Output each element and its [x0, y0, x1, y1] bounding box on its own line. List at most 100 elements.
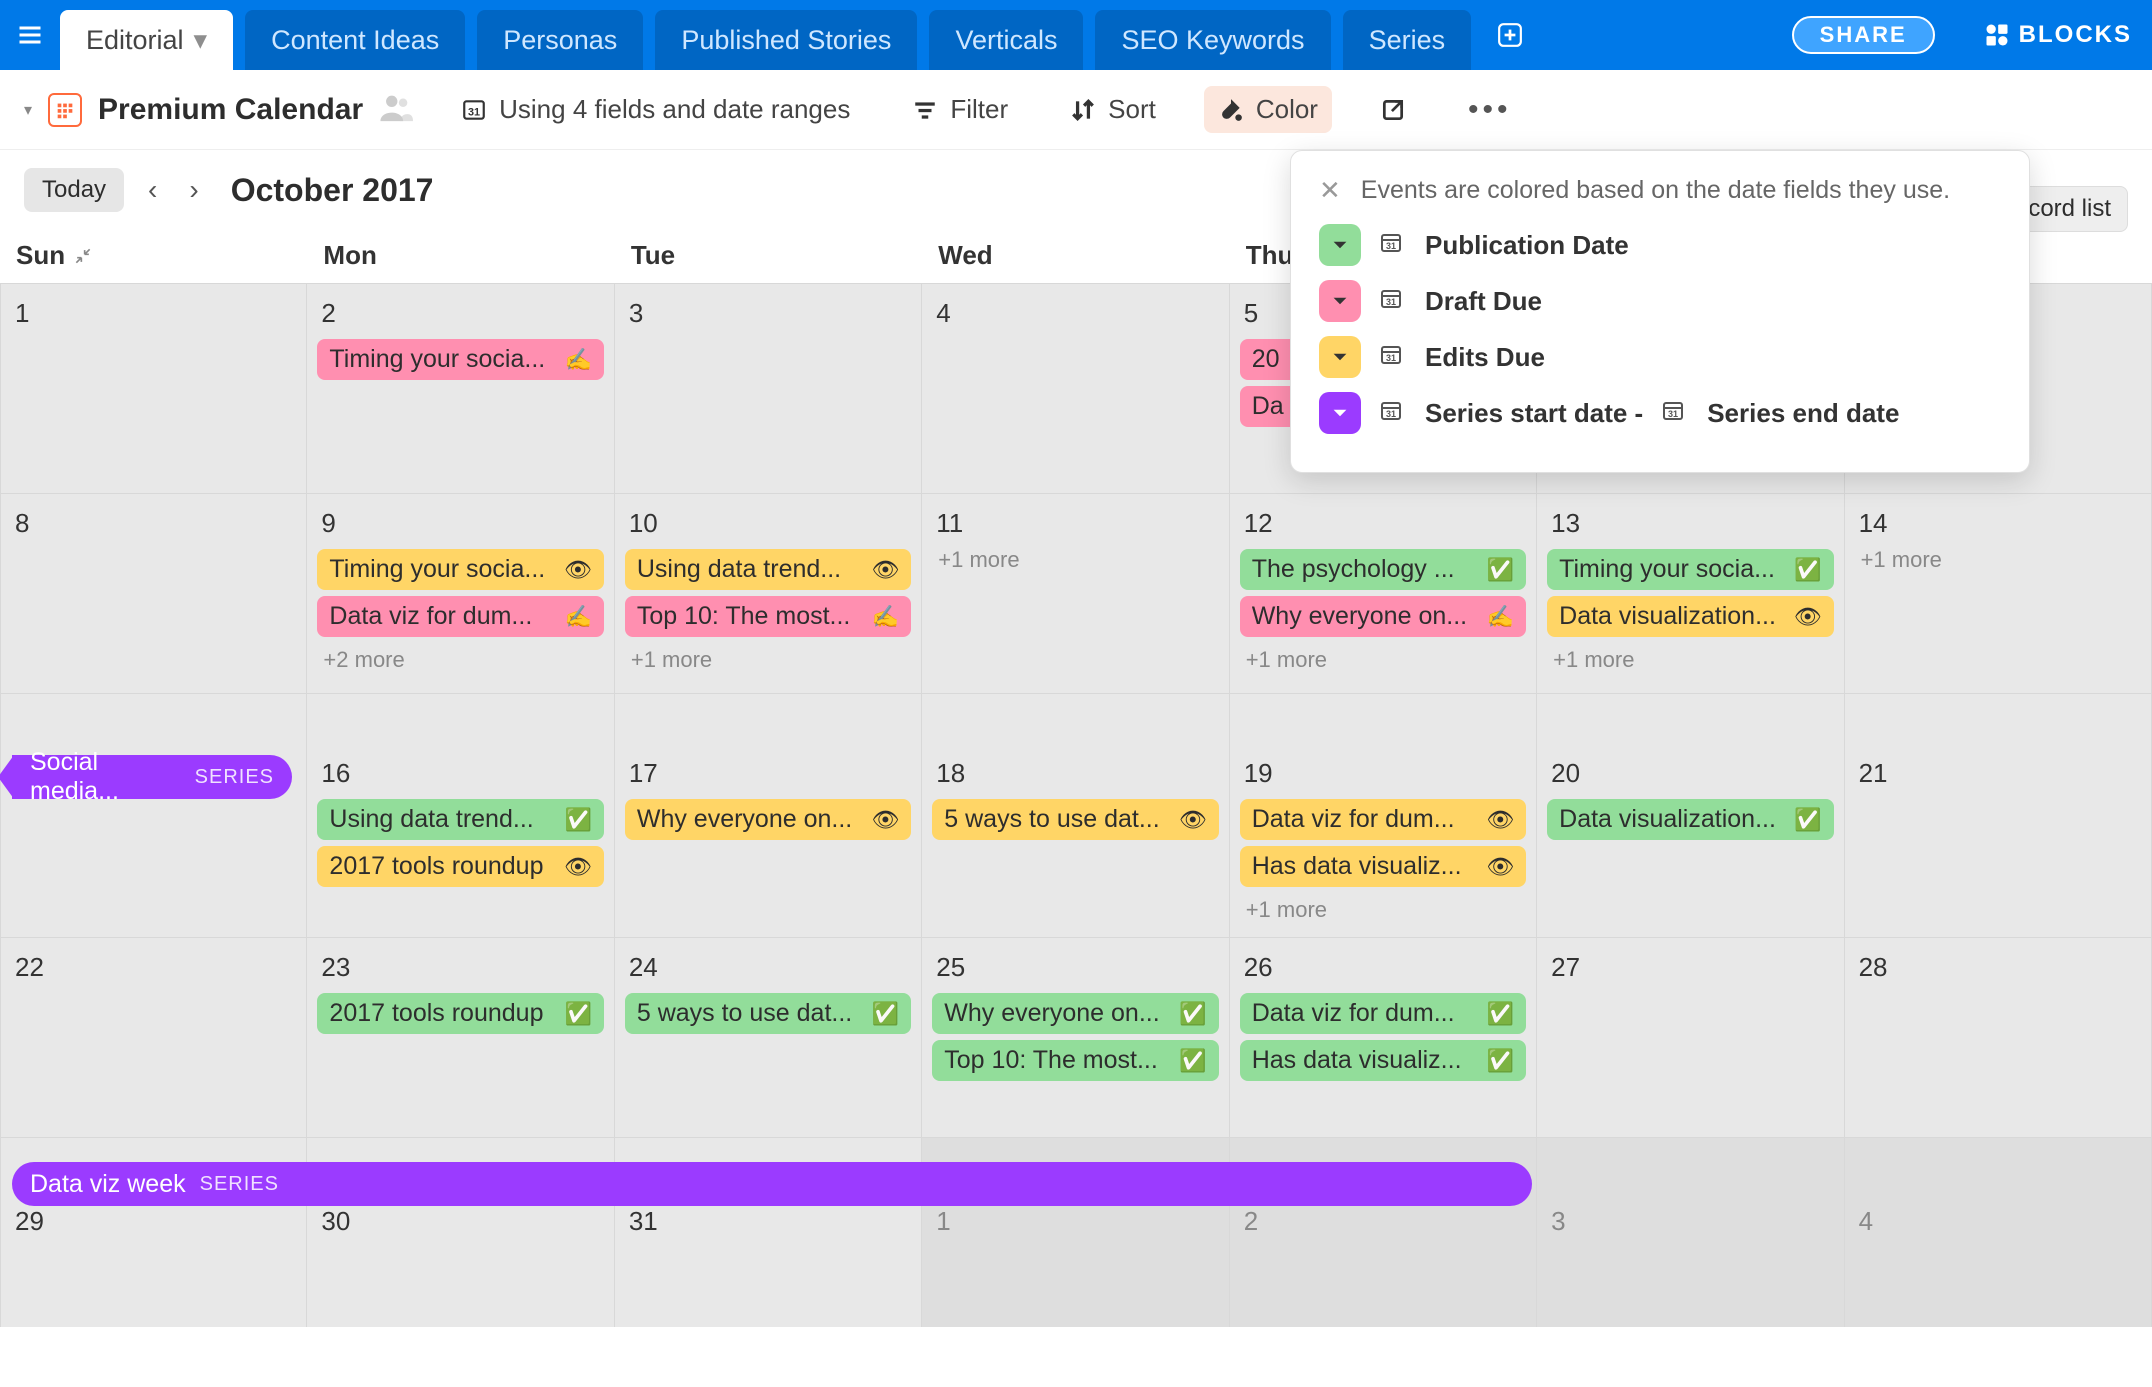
- status-emoji: 👁: [871, 807, 899, 833]
- calendar-event[interactable]: Why everyone on...✍️: [1240, 596, 1526, 637]
- calendar-cell[interactable]: 10Using data trend...👁Top 10: The most..…: [615, 493, 922, 693]
- calendar-cell[interactable]: 12The psychology ...✅Why everyone on...✍…: [1230, 493, 1537, 693]
- fields-config[interactable]: 31 Using 4 fields and date ranges: [447, 86, 864, 133]
- calendar-cell[interactable]: 20Data visualization...✅: [1537, 693, 1844, 937]
- calendar-cell[interactable]: 2Timing your socia...✍️: [307, 283, 614, 493]
- calendar-event[interactable]: Has data visualiz...👁: [1240, 846, 1526, 887]
- series-event[interactable]: Data viz week SERIES: [12, 1162, 1532, 1206]
- calendar-cell[interactable]: 15: [0, 693, 307, 937]
- calendar-cell[interactable]: 4: [1845, 1137, 2152, 1327]
- day-of-week: Wed: [922, 222, 1229, 283]
- calendar-cell[interactable]: 3: [1537, 1137, 1844, 1327]
- color-button[interactable]: Color: [1204, 86, 1332, 133]
- calendar-cell[interactable]: 16Using data trend...✅2017 tools roundup…: [307, 693, 614, 937]
- calendar-event[interactable]: Timing your socia...✍️: [317, 339, 603, 380]
- calendar-cell[interactable]: 28: [1845, 937, 2152, 1137]
- calendar-event[interactable]: 2017 tools roundup✅: [317, 993, 603, 1034]
- more-events[interactable]: +1 more: [930, 543, 1220, 577]
- more-events[interactable]: +1 more: [1238, 893, 1528, 927]
- calendar-cell[interactable]: 25Why everyone on...✅Top 10: The most...…: [922, 937, 1229, 1137]
- blocks-button[interactable]: BLOCKS: [1983, 21, 2132, 49]
- calendar-cell[interactable]: 26Data viz for dum...✅Has data visualiz.…: [1230, 937, 1537, 1137]
- calendar-cell[interactable]: 245 ways to use dat...✅: [615, 937, 922, 1137]
- calendar-cell[interactable]: 19Data viz for dum...👁Has data visualiz.…: [1230, 693, 1537, 937]
- collaborators-icon[interactable]: [379, 92, 413, 127]
- more-events[interactable]: +1 more: [1238, 643, 1528, 677]
- legend-item[interactable]: 31Draft Due: [1319, 280, 2001, 322]
- color-swatch[interactable]: [1319, 336, 1361, 378]
- legend-item[interactable]: 31Edits Due: [1319, 336, 2001, 378]
- day-number: 11: [930, 504, 1220, 543]
- add-tab-button[interactable]: [1483, 12, 1537, 58]
- menu-icon[interactable]: [0, 0, 60, 70]
- calendar-cell[interactable]: 11+1 more: [922, 493, 1229, 693]
- calendar-cell[interactable]: 22: [0, 937, 307, 1137]
- calendar-event[interactable]: Why everyone on...👁: [625, 799, 911, 840]
- color-swatch[interactable]: [1319, 392, 1361, 434]
- filter-button[interactable]: Filter: [898, 86, 1022, 133]
- series-badge: SERIES: [200, 1173, 279, 1196]
- calendar-event[interactable]: Data viz for dum...✅: [1240, 993, 1526, 1034]
- calendar-event[interactable]: Top 10: The most...✅: [932, 1040, 1218, 1081]
- calendar-event[interactable]: The psychology ...✅: [1240, 549, 1526, 590]
- tab-seo-keywords[interactable]: SEO Keywords: [1095, 10, 1330, 70]
- tab-series[interactable]: Series: [1343, 10, 1472, 70]
- calendar-event[interactable]: Data viz for dum...👁: [1240, 799, 1526, 840]
- day-number: 28: [1853, 948, 2143, 987]
- legend-item[interactable]: 31Series start date - 31Series end date: [1319, 392, 2001, 434]
- share-view-icon[interactable]: [1366, 89, 1420, 131]
- views-dropdown-icon[interactable]: ▾: [24, 100, 32, 120]
- calendar-event[interactable]: 5 ways to use dat...✅: [625, 993, 911, 1034]
- calendar-cell[interactable]: 14+1 more: [1845, 493, 2152, 693]
- calendar-event[interactable]: Data visualization...👁: [1547, 596, 1833, 637]
- calendar-event[interactable]: 2017 tools roundup👁: [317, 846, 603, 887]
- calendar-event[interactable]: Why everyone on...✅: [932, 993, 1218, 1034]
- calendar-event[interactable]: 5 ways to use dat...👁: [932, 799, 1218, 840]
- calendar-cell[interactable]: 185 ways to use dat...👁: [922, 693, 1229, 937]
- share-button[interactable]: SHARE: [1792, 16, 1935, 54]
- calendar-cell[interactable]: 4: [922, 283, 1229, 493]
- svg-text:31: 31: [1386, 409, 1396, 419]
- tab-published-stories[interactable]: Published Stories: [655, 10, 917, 70]
- tab-verticals[interactable]: Verticals: [929, 10, 1083, 70]
- calendar-event[interactable]: Data visualization...✅: [1547, 799, 1833, 840]
- next-month-icon[interactable]: ›: [181, 174, 206, 206]
- legend-item[interactable]: 31Publication Date: [1319, 224, 2001, 266]
- today-button[interactable]: Today: [24, 168, 124, 212]
- day-of-week: Mon: [307, 222, 614, 283]
- more-events[interactable]: +1 more: [1545, 643, 1835, 677]
- more-menu[interactable]: •••: [1454, 85, 1526, 135]
- sort-button[interactable]: Sort: [1056, 86, 1170, 133]
- color-swatch[interactable]: [1319, 280, 1361, 322]
- tab-content-ideas[interactable]: Content Ideas: [245, 10, 465, 70]
- status-emoji: 👁: [564, 854, 592, 880]
- day-number: 13: [1545, 504, 1835, 543]
- calendar-cell[interactable]: 8: [0, 493, 307, 693]
- day-number: 3: [623, 294, 913, 333]
- calendar-cell[interactable]: 13 Timing your socia...✅ Data visualizatio…: [1537, 493, 1844, 693]
- calendar-cell[interactable]: 1: [0, 283, 307, 493]
- tab-editorial[interactable]: Editorial▾: [60, 10, 233, 70]
- calendar-event[interactable]: Timing your socia...👁: [317, 549, 603, 590]
- tab-personas[interactable]: Personas: [477, 10, 643, 70]
- calendar-event[interactable]: Has data visualiz...✅: [1240, 1040, 1526, 1081]
- calendar-event[interactable]: Data viz for dum...✍️: [317, 596, 603, 637]
- close-icon[interactable]: ✕: [1319, 175, 1341, 206]
- more-events[interactable]: +2 more: [315, 643, 605, 677]
- calendar-cell[interactable]: 17Why everyone on...👁: [615, 693, 922, 937]
- calendar-cell[interactable]: 232017 tools roundup✅: [307, 937, 614, 1137]
- calendar-cell[interactable]: 21: [1845, 693, 2152, 937]
- color-swatch[interactable]: [1319, 224, 1361, 266]
- calendar-event[interactable]: Using data trend...👁: [625, 549, 911, 590]
- prev-month-icon[interactable]: ‹: [140, 174, 165, 206]
- calendar-cell[interactable]: 3: [615, 283, 922, 493]
- view-title[interactable]: Premium Calendar: [98, 93, 363, 127]
- series-event[interactable]: Social media... SERIES: [12, 755, 292, 799]
- calendar-cell[interactable]: 27: [1537, 937, 1844, 1137]
- calendar-cell[interactable]: 9Timing your socia...👁Data viz for dum..…: [307, 493, 614, 693]
- calendar-event[interactable]: Timing your socia...✅: [1547, 549, 1833, 590]
- calendar-event[interactable]: Top 10: The most...✍️: [625, 596, 911, 637]
- more-events[interactable]: +1 more: [1853, 543, 2143, 577]
- more-events[interactable]: +1 more: [623, 643, 913, 677]
- calendar-event[interactable]: Using data trend...✅: [317, 799, 603, 840]
